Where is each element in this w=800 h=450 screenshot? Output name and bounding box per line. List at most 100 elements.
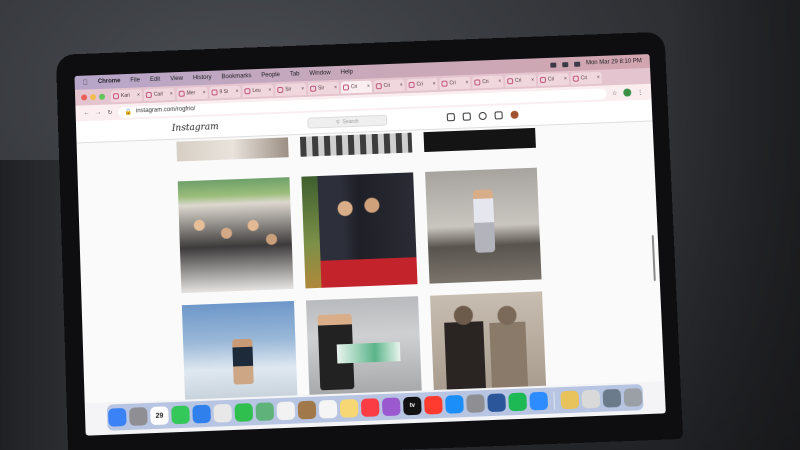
contacts-icon[interactable] xyxy=(297,400,317,420)
menu-file[interactable]: File xyxy=(130,77,140,83)
news-icon[interactable] xyxy=(424,395,443,415)
close-tab-icon[interactable]: × xyxy=(235,89,238,95)
post-thumbnail[interactable] xyxy=(177,177,294,294)
calendar-icon[interactable]: 29 xyxy=(150,406,169,426)
close-tab-icon[interactable]: × xyxy=(564,76,567,82)
tab-13[interactable]: Cri × xyxy=(504,74,537,88)
close-tab-icon[interactable]: × xyxy=(203,90,206,96)
post-thumbnail[interactable] xyxy=(425,167,542,284)
explore-icon[interactable] xyxy=(478,111,487,121)
tab-6[interactable]: Sir × xyxy=(275,83,307,97)
tab-15[interactable]: Cri × xyxy=(570,71,602,85)
zoom-window-button[interactable] xyxy=(98,93,106,100)
profile-avatar[interactable] xyxy=(510,110,519,119)
tab-1[interactable]: Kari × xyxy=(110,89,143,103)
tab-label: Cri xyxy=(515,77,522,84)
instagram-favicon-icon xyxy=(539,76,547,84)
maps-icon[interactable] xyxy=(255,402,275,422)
post-thumbnail[interactable] xyxy=(430,291,547,391)
tab-7[interactable]: Sir × xyxy=(307,81,340,95)
post-thumbnail[interactable] xyxy=(423,127,536,153)
downloads-folder-icon[interactable] xyxy=(560,390,580,410)
messages-icon[interactable] xyxy=(171,405,190,425)
menu-view[interactable]: View xyxy=(170,76,183,82)
close-tab-icon[interactable]: × xyxy=(465,80,468,86)
post-thumbnail[interactable] xyxy=(181,300,298,400)
spotify-icon[interactable] xyxy=(508,392,528,412)
menu-edit[interactable]: Edit xyxy=(150,77,160,83)
reminders-icon[interactable] xyxy=(318,399,338,419)
chrome-profile-avatar[interactable] xyxy=(623,88,632,97)
launchpad-icon[interactable] xyxy=(129,407,148,426)
menu-bookmarks[interactable]: Bookmarks xyxy=(221,73,251,80)
tab-label: Carl xyxy=(153,91,164,98)
tab-4[interactable]: 9 Si × xyxy=(209,85,241,99)
tab-2[interactable]: Carl × xyxy=(143,88,175,102)
chrome-icon[interactable] xyxy=(213,403,233,423)
close-tab-icon[interactable]: × xyxy=(301,86,304,92)
post-thumbnail[interactable] xyxy=(299,132,413,157)
close-tab-icon[interactable]: × xyxy=(531,77,534,83)
close-tab-icon[interactable]: × xyxy=(597,75,600,81)
trash-icon[interactable] xyxy=(623,388,643,407)
tab-3[interactable]: Mer × xyxy=(176,86,208,100)
menu-tab[interactable]: Tab xyxy=(290,71,300,77)
close-tab-icon[interactable]: × xyxy=(268,87,271,93)
close-tab-icon[interactable]: × xyxy=(498,79,501,85)
documents-stack-icon[interactable] xyxy=(581,389,601,409)
minimize-window-button[interactable] xyxy=(90,94,97,101)
instagram-page: Instagram ⚲ Search xyxy=(75,99,665,404)
heart-icon[interactable] xyxy=(494,111,503,120)
bookmark-star-icon[interactable]: ☆ xyxy=(612,89,618,96)
menu-history[interactable]: History xyxy=(193,75,212,82)
reload-icon[interactable]: ↻ xyxy=(107,109,112,116)
instagram-logo[interactable]: Instagram xyxy=(172,122,219,134)
apple-tv-icon[interactable]: tv xyxy=(402,396,422,416)
mail-icon[interactable] xyxy=(192,404,211,424)
close-tab-icon[interactable]: × xyxy=(367,84,370,90)
tab-9[interactable]: Cri × xyxy=(373,79,405,93)
search-input[interactable]: ⚲ Search xyxy=(307,114,388,129)
tab-10[interactable]: Cri × xyxy=(406,78,438,92)
menu-window[interactable]: Window xyxy=(309,70,330,77)
close-tab-icon[interactable]: × xyxy=(137,92,140,98)
forward-icon[interactable]: → xyxy=(95,110,101,116)
menu-people[interactable]: People xyxy=(261,72,280,79)
tab-11[interactable]: Cri × xyxy=(439,76,471,90)
tab-5[interactable]: Leu × xyxy=(242,84,274,98)
podcasts-icon[interactable] xyxy=(381,397,401,417)
apple-icon[interactable]:  xyxy=(83,79,88,86)
back-icon[interactable]: ← xyxy=(84,110,90,116)
battery-icon[interactable] xyxy=(562,61,569,67)
tab-8-active[interactable]: Cri × xyxy=(340,80,373,94)
menu-app-name[interactable]: Chrome xyxy=(98,78,121,85)
finder-icon[interactable] xyxy=(107,407,127,427)
word-icon[interactable] xyxy=(487,393,506,413)
app-store-icon[interactable] xyxy=(445,394,464,414)
close-tab-icon[interactable]: × xyxy=(400,82,403,88)
post-thumbnail[interactable] xyxy=(305,296,422,395)
wifi-icon[interactable] xyxy=(550,62,557,68)
page-scrollbar[interactable] xyxy=(651,235,656,282)
close-tab-icon[interactable]: × xyxy=(334,85,337,91)
close-tab-icon[interactable]: × xyxy=(433,81,436,87)
close-tab-icon[interactable]: × xyxy=(170,91,173,97)
home-icon[interactable] xyxy=(446,113,455,122)
facetime-icon[interactable] xyxy=(234,403,254,422)
menu-clock[interactable]: Mon Mar 29 8:10 PM xyxy=(586,58,642,66)
direct-icon[interactable] xyxy=(462,112,471,121)
system-preferences-icon[interactable] xyxy=(466,394,485,413)
post-thumbnail[interactable] xyxy=(301,172,418,289)
photos-icon[interactable] xyxy=(276,401,296,421)
spotlight-icon[interactable] xyxy=(574,61,581,67)
music-icon[interactable] xyxy=(360,398,380,417)
close-window-button[interactable] xyxy=(81,94,88,101)
tab-14[interactable]: Cri × xyxy=(537,72,570,87)
zoom-icon[interactable] xyxy=(529,391,549,411)
tab-12[interactable]: Cri × xyxy=(472,75,504,89)
notes-icon[interactable] xyxy=(339,398,359,418)
post-thumbnail[interactable] xyxy=(176,137,289,162)
screenshot-stack-icon[interactable] xyxy=(602,388,622,408)
chrome-menu-icon[interactable]: ⋮ xyxy=(637,89,643,95)
menu-help[interactable]: Help xyxy=(341,69,354,75)
